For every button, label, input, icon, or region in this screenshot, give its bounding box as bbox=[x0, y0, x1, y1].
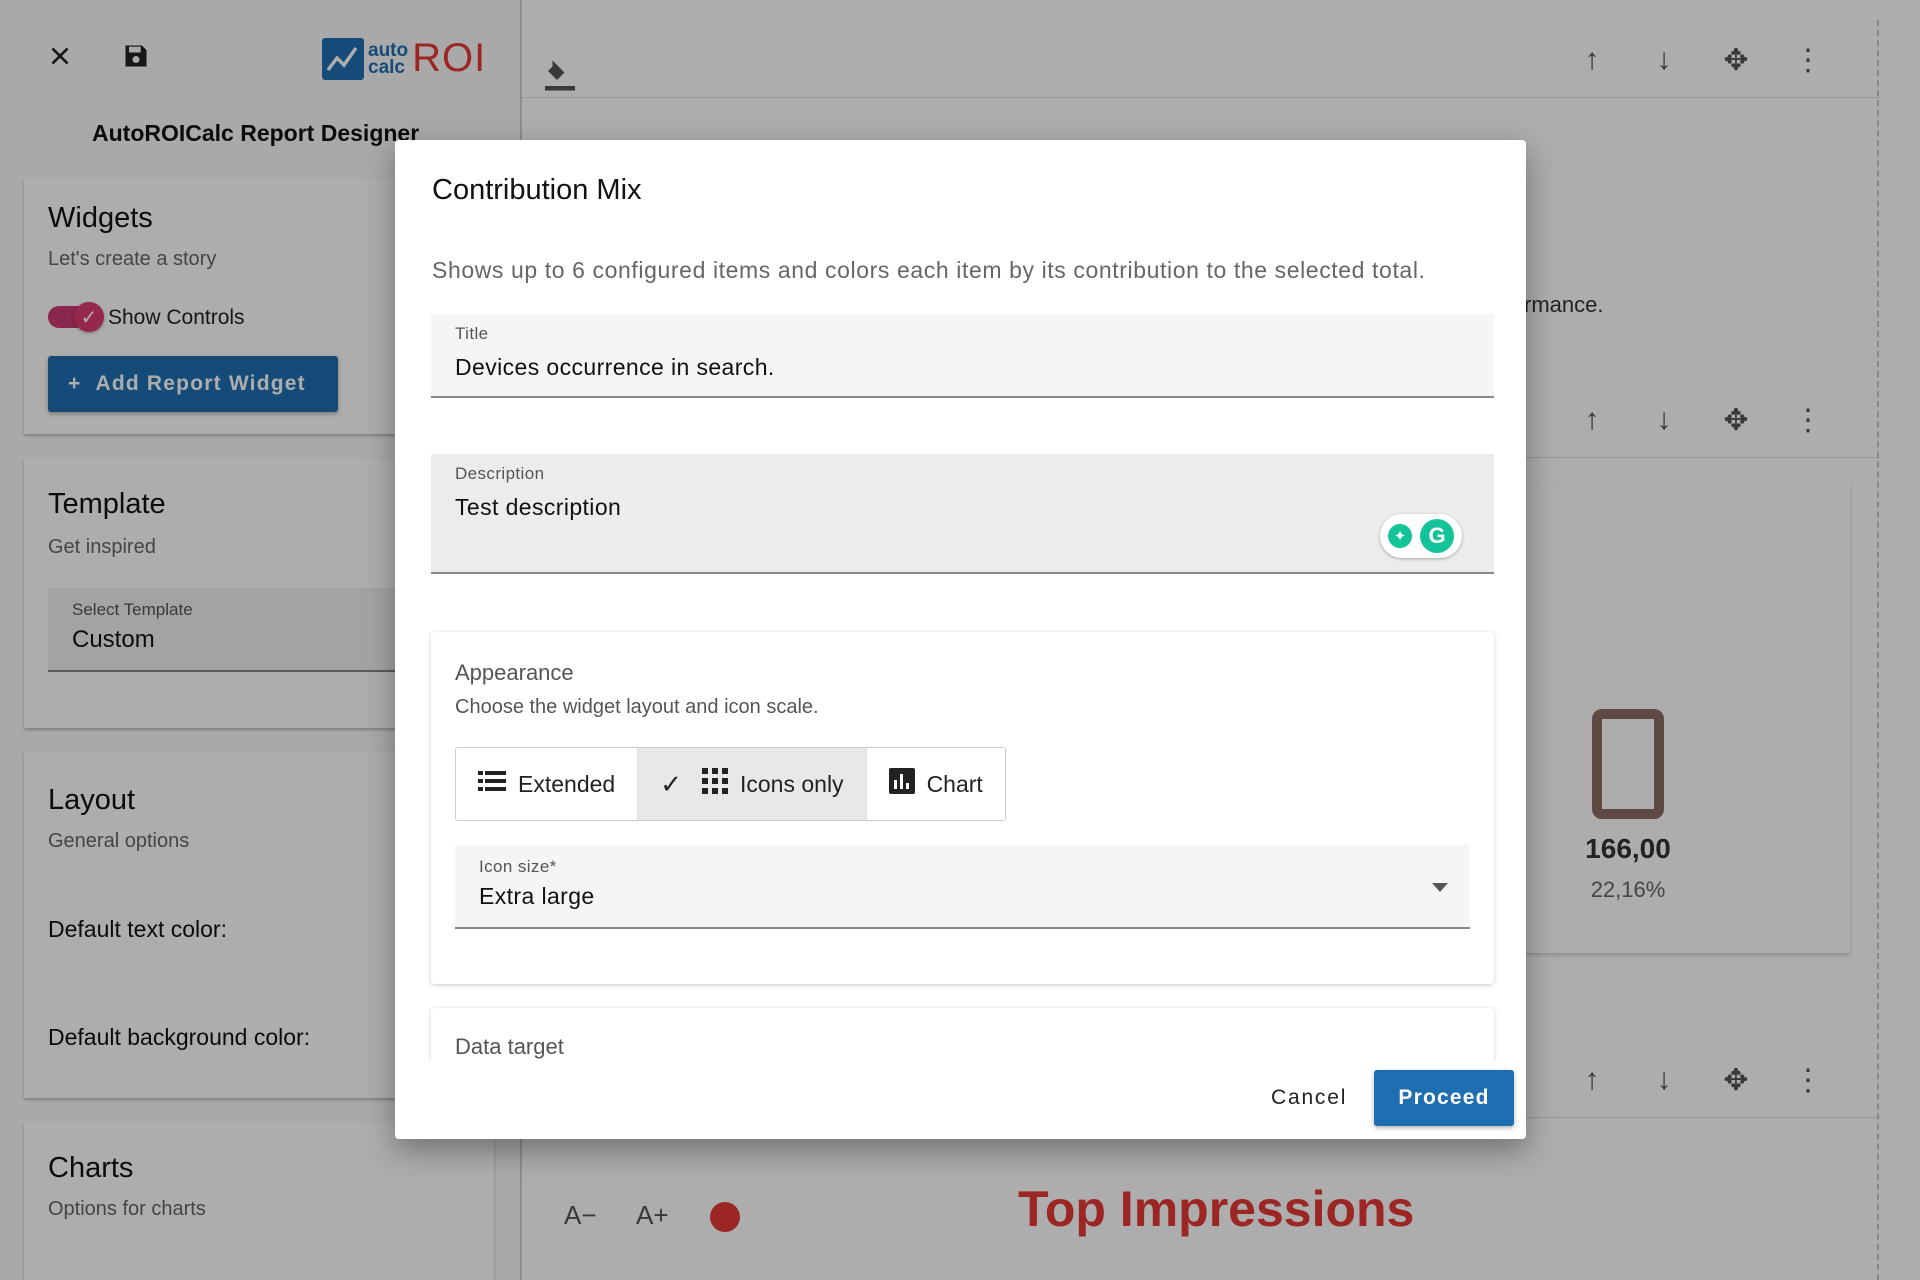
dialog-title: Contribution Mix bbox=[432, 174, 642, 206]
bar-chart-icon bbox=[888, 768, 915, 800]
layout-option-extended[interactable]: Extended bbox=[456, 748, 639, 820]
layout-toggle-group: Extended ✓ Icons only Chart bbox=[455, 747, 1006, 821]
icon-size-value: Extra large bbox=[479, 883, 595, 909]
dialog-actions: Cancel Proceed bbox=[395, 1060, 1526, 1139]
layout-option-icons-only[interactable]: ✓ Icons only bbox=[638, 748, 867, 820]
icon-size-label: Icon size* bbox=[479, 857, 557, 876]
dropdown-arrow-icon bbox=[1432, 883, 1448, 892]
lightbulb-icon[interactable]: ✦ bbox=[1388, 524, 1412, 548]
layout-option-label: Extended bbox=[518, 770, 616, 797]
description-field[interactable]: Description Test description ✦ G bbox=[431, 454, 1494, 574]
appearance-subtitle: Choose the widget layout and icon scale. bbox=[455, 696, 819, 718]
cancel-button[interactable]: Cancel bbox=[1257, 1070, 1361, 1126]
appearance-title: Appearance bbox=[455, 660, 574, 685]
description-field-value: Test description bbox=[455, 494, 622, 520]
description-field-label: Description bbox=[455, 464, 545, 483]
list-icon bbox=[478, 769, 506, 799]
grammarly-widget[interactable]: ✦ G bbox=[1380, 514, 1462, 558]
title-field-value: Devices occurrence in search. bbox=[455, 354, 775, 380]
contribution-mix-dialog: Contribution Mix Shows up to 6 configure… bbox=[395, 140, 1526, 1139]
appearance-section: Appearance Choose the widget layout and … bbox=[431, 632, 1494, 984]
layout-option-chart[interactable]: Chart bbox=[866, 748, 1005, 820]
layout-option-label: Chart bbox=[926, 770, 983, 797]
grammarly-icon[interactable]: G bbox=[1420, 519, 1454, 553]
icon-size-select[interactable]: Icon size* Extra large bbox=[455, 845, 1470, 929]
layout-option-label: Icons only bbox=[740, 770, 844, 797]
proceed-button[interactable]: Proceed bbox=[1374, 1070, 1514, 1126]
grid-icon bbox=[702, 768, 728, 800]
title-field[interactable]: Title Devices occurrence in search. bbox=[431, 314, 1494, 398]
check-icon: ✓ bbox=[660, 768, 682, 799]
dialog-description: Shows up to 6 configured items and color… bbox=[432, 257, 1426, 283]
title-field-label: Title bbox=[455, 324, 489, 343]
data-target-title: Data target bbox=[455, 1034, 564, 1059]
